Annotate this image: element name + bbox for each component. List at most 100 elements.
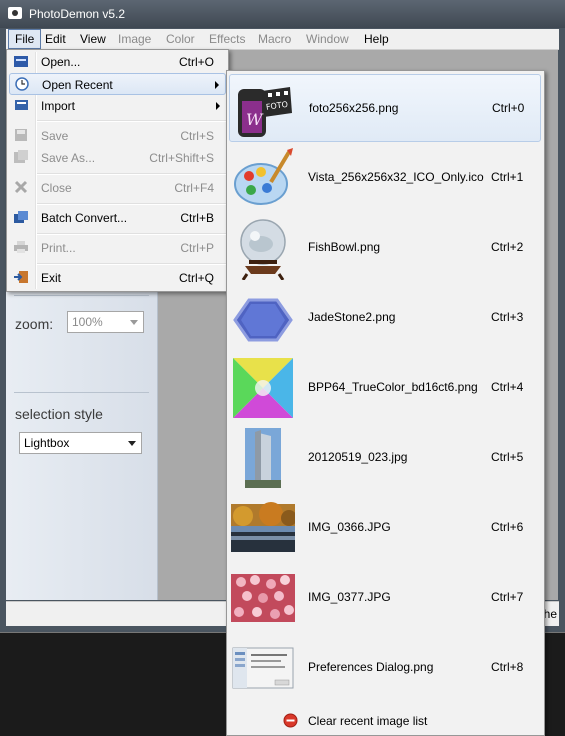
hexagon-thumb — [233, 298, 293, 342]
fishbowl-thumb — [240, 219, 286, 280]
zoom-combo[interactable]: 100% — [67, 311, 144, 333]
close-icon — [14, 180, 28, 194]
recent-item-label: 20120519_023.jpg — [308, 450, 408, 464]
recent-item-shortcut: Ctrl+5 — [491, 450, 524, 464]
menu-view[interactable]: View — [74, 29, 112, 49]
recent-item[interactable]: Preferences Dialog.png Ctrl+8 — [229, 634, 541, 702]
menu-macro[interactable]: Macro — [252, 29, 297, 49]
menu-item-close[interactable]: Close Ctrl+F4 — [9, 177, 226, 199]
menu-bar: File Edit View Image Color Effects Macro… — [6, 29, 559, 50]
menu-item-print[interactable]: Print... Ctrl+P — [9, 237, 226, 259]
menu-window[interactable]: Window — [300, 29, 355, 49]
camera-icon — [8, 7, 22, 19]
zoom-value: 100% — [72, 315, 103, 329]
recent-item-shortcut: Ctrl+8 — [491, 660, 524, 674]
menu-separator — [37, 233, 226, 235]
panel-divider — [14, 295, 149, 296]
menu-item-label: Import — [41, 99, 76, 113]
zoom-label: zoom: — [15, 316, 54, 332]
pink-flowers-thumb — [231, 574, 295, 622]
color-gradient-thumb — [233, 358, 293, 418]
menu-separator — [37, 120, 226, 122]
menu-item-label: Batch Convert... — [41, 211, 128, 225]
menu-effects[interactable]: Effects — [203, 29, 251, 49]
open-icon — [14, 56, 28, 67]
recent-item-label: JadeStone2.png — [308, 310, 396, 324]
chevron-right-icon — [216, 102, 220, 110]
open-recent-submenu: W FOTO foto256x256.png Ctrl+0 Vista_256x… — [226, 70, 545, 736]
menu-item-batch-convert[interactable]: Batch Convert... Ctrl+B — [9, 207, 226, 229]
menu-item-shortcut: Ctrl+F4 — [174, 181, 214, 195]
menu-file[interactable]: File — [8, 29, 42, 49]
save-as-icon — [14, 150, 28, 163]
menu-item-save-as[interactable]: Save As... Ctrl+Shift+S — [9, 147, 226, 169]
recent-item-label: Vista_256x256x32_ICO_Only.ico — [308, 170, 484, 184]
recent-item[interactable]: 20120519_023.jpg Ctrl+5 — [229, 424, 541, 492]
chevron-down-icon — [130, 320, 138, 325]
recent-item-label: foto256x256.png — [309, 101, 399, 115]
recent-item-label: IMG_0366.JPG — [308, 520, 391, 534]
recent-item[interactable]: BPP64_TrueColor_bd16ct6.png Ctrl+4 — [229, 354, 541, 422]
window-title: PhotoDemon v5.2 — [29, 7, 126, 21]
menu-item-exit[interactable]: Exit Ctrl+Q — [9, 267, 226, 289]
recent-item[interactable]: IMG_0377.JPG Ctrl+7 — [229, 564, 541, 632]
recent-item-label: Preferences Dialog.png — [308, 660, 434, 674]
menu-item-label: Exit — [41, 271, 62, 285]
recent-item-label: BPP64_TrueColor_bd16ct6.png — [308, 380, 478, 394]
remove-icon — [283, 713, 298, 728]
menu-item-shortcut: Ctrl+B — [180, 211, 214, 225]
menu-separator — [37, 203, 226, 205]
menu-separator — [37, 173, 226, 175]
menu-help[interactable]: Help — [358, 29, 395, 49]
exit-icon — [14, 271, 28, 283]
print-icon — [14, 241, 28, 253]
recent-item-shortcut: Ctrl+4 — [491, 380, 524, 394]
selection-style-value: Lightbox — [24, 436, 70, 450]
menu-color[interactable]: Color — [160, 29, 201, 49]
menu-item-shortcut: Ctrl+O — [178, 55, 214, 69]
menu-item-shortcut: Ctrl+S — [180, 129, 214, 143]
recent-item-shortcut: Ctrl+2 — [491, 240, 524, 254]
recent-item-shortcut: Ctrl+0 — [492, 101, 525, 115]
menu-item-label: Save — [41, 129, 69, 143]
palette-thumb — [234, 148, 293, 205]
menu-image[interactable]: Image — [112, 29, 157, 49]
menu-item-label: Save As... — [41, 151, 96, 165]
recent-item-shortcut: Ctrl+3 — [491, 310, 524, 324]
panel-divider — [14, 392, 149, 393]
menu-item-label: Open... — [41, 55, 81, 69]
recent-icon — [15, 77, 29, 91]
clear-recent-list-item[interactable]: Clear recent image list — [229, 709, 541, 733]
recent-item[interactable]: IMG_0366.JPG Ctrl+6 — [229, 494, 541, 562]
menu-edit[interactable]: Edit — [39, 29, 72, 49]
menu-item-shortcut: Ctrl+P — [180, 241, 214, 255]
svg-text:W: W — [246, 110, 264, 129]
batch-convert-icon — [14, 211, 28, 223]
title-bar: PhotoDemon v5.2 — [0, 0, 565, 28]
recent-item-label: IMG_0377.JPG — [308, 590, 391, 604]
autumn-river-thumb — [231, 502, 295, 552]
recent-item-shortcut: Ctrl+6 — [491, 520, 524, 534]
recent-item-shortcut: Ctrl+7 — [491, 590, 524, 604]
menu-item-open-recent[interactable]: Open Recent — [9, 73, 226, 95]
import-icon — [15, 100, 28, 110]
film-thumb: W FOTO — [238, 87, 292, 137]
menu-item-import[interactable]: Import — [9, 95, 226, 117]
menu-item-open[interactable]: Open... Ctrl+O — [9, 51, 226, 73]
selection-style-combo[interactable]: Lightbox — [19, 432, 142, 454]
recent-item[interactable]: JadeStone2.png Ctrl+3 — [229, 284, 541, 352]
menu-item-label: Open Recent — [42, 78, 113, 92]
selection-style-label: selection style — [15, 406, 103, 422]
menu-item-save[interactable]: Save Ctrl+S — [9, 125, 226, 147]
menu-item-label: Print... — [41, 241, 76, 255]
save-icon — [15, 129, 27, 141]
recent-item[interactable]: W FOTO foto256x256.png Ctrl+0 — [229, 74, 541, 142]
chevron-right-icon — [215, 81, 219, 89]
recent-item-label: FishBowl.png — [308, 240, 381, 254]
recent-item[interactable]: Vista_256x256x32_ICO_Only.ico Ctrl+1 — [229, 144, 541, 212]
menu-item-label: Close — [41, 181, 72, 195]
dialog-thumb — [232, 647, 294, 689]
menu-item-shortcut: Ctrl+Shift+S — [149, 151, 214, 165]
file-menu: Open... Ctrl+O Open Recent Import Save C… — [6, 49, 229, 292]
recent-item[interactable]: FishBowl.png Ctrl+2 — [229, 214, 541, 282]
